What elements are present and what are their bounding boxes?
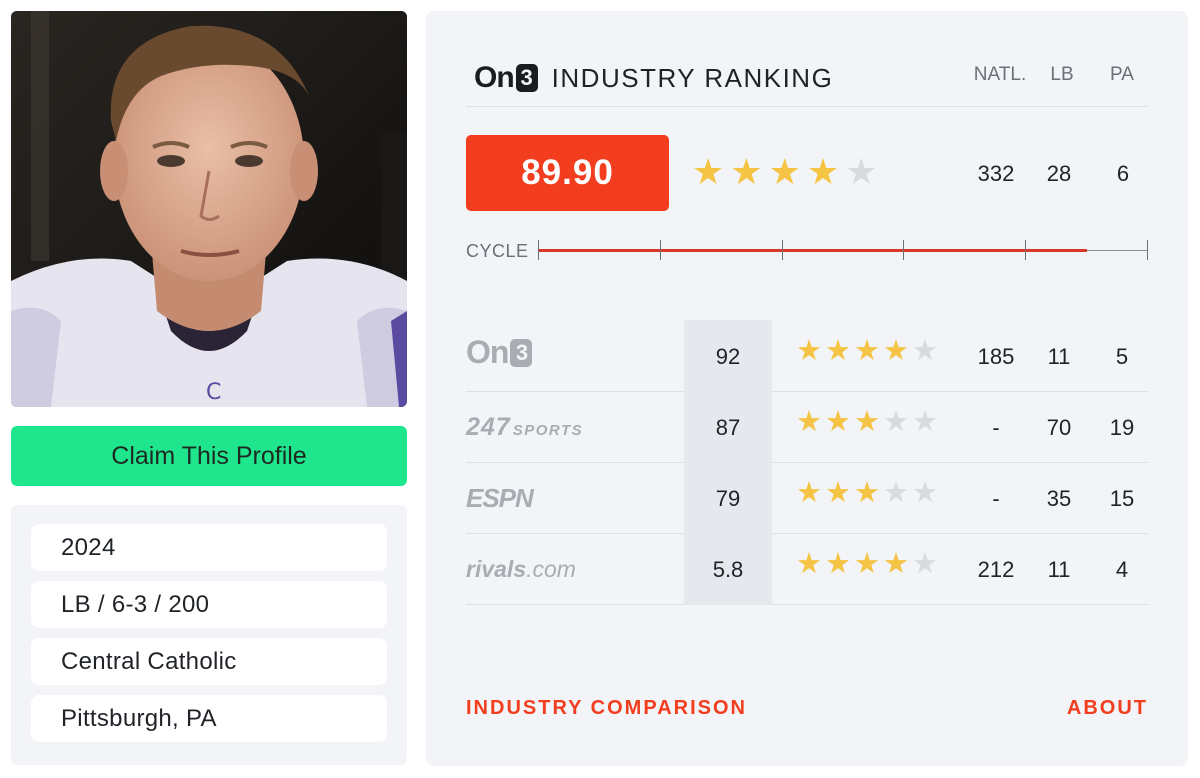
cycle-tick xyxy=(1025,240,1027,260)
247sports-logo: 247 SPORTS xyxy=(466,413,584,441)
star-filled-icon: ★ xyxy=(796,548,822,580)
industry-position-rank: 28 xyxy=(1046,161,1072,186)
on3-logo: On 3 INDUSTRY RANKING xyxy=(474,61,833,95)
star-filled-icon: ★ xyxy=(796,335,822,367)
class-year: 2024 xyxy=(31,524,387,571)
rivals-logo: rivals.com xyxy=(466,556,576,582)
service-score: 87 xyxy=(715,414,741,440)
ranking-header: On 3 INDUSTRY RANKING NATL. LB PA xyxy=(466,51,1148,107)
star-empty-icon: ★ xyxy=(912,406,938,438)
industry-comparison-link[interactable]: INDUSTRY COMPARISON xyxy=(466,697,747,720)
star-empty-icon: ★ xyxy=(912,335,938,367)
cycle-tick xyxy=(538,240,539,260)
star-filled-icon: ★ xyxy=(825,406,851,438)
service-state-rank: 15 xyxy=(1109,485,1135,511)
player-photo: C xyxy=(11,11,407,407)
column-state: PA xyxy=(1110,64,1134,85)
star-filled-icon: ★ xyxy=(825,548,851,580)
star-filled-icon: ★ xyxy=(854,548,880,580)
on3-logo-text: On xyxy=(474,61,515,94)
star-empty-icon: ★ xyxy=(845,151,878,192)
position-size: LB / 6-3 / 200 xyxy=(31,581,387,628)
service-row-rivals[interactable]: rivals.com 5.8 ★ ★ ★ ★ ★ 212 11 4 xyxy=(466,534,1148,605)
hometown: Pittsburgh, PA xyxy=(31,695,387,742)
star-empty-icon: ★ xyxy=(912,477,938,509)
star-filled-icon: ★ xyxy=(806,151,840,192)
service-state-rank: 4 xyxy=(1115,556,1129,582)
service-state-rank: 19 xyxy=(1109,414,1135,440)
service-natl-rank: - xyxy=(992,485,1000,511)
cycle-progress xyxy=(538,249,1087,252)
star-filled-icon: ★ xyxy=(825,477,851,509)
service-natl-rank: 212 xyxy=(977,556,1015,582)
service-state-rank: 5 xyxy=(1115,343,1129,369)
star-empty-icon: ★ xyxy=(912,548,938,580)
high-school: Central Catholic xyxy=(31,638,387,685)
star-empty-icon: ★ xyxy=(883,406,909,438)
service-star-rating: ★ ★ ★ ★ ★ xyxy=(796,529,938,600)
cycle-timeline xyxy=(538,240,1148,260)
player-info-card: 2024 LB / 6-3 / 200 Central Catholic Pit… xyxy=(11,505,407,765)
cycle-tick xyxy=(1147,240,1148,260)
service-natl-rank: - xyxy=(992,414,1000,440)
service-score: 92 xyxy=(715,343,741,369)
claim-profile-button[interactable]: Claim This Profile xyxy=(11,426,407,486)
service-star-rating: ★ ★ ★ ★ ★ xyxy=(796,458,938,529)
service-row-247sports[interactable]: 247 SPORTS 87 ★ ★ ★ ★ ★ - 70 19 xyxy=(466,392,1148,463)
star-filled-icon: ★ xyxy=(796,406,822,438)
svg-text:C: C xyxy=(206,380,221,405)
industry-natl-rank: 332 xyxy=(977,161,1015,186)
star-filled-icon: ★ xyxy=(768,151,801,192)
star-filled-icon: ★ xyxy=(854,477,880,509)
star-filled-icon: ★ xyxy=(796,477,822,509)
industry-ranking-card: On 3 INDUSTRY RANKING NATL. LB PA 89.90 … xyxy=(426,11,1188,766)
service-natl-rank: 185 xyxy=(977,343,1015,369)
star-filled-icon: ★ xyxy=(730,151,763,192)
about-link[interactable]: ABOUT xyxy=(1067,697,1148,720)
service-row-on3[interactable]: On 3 92 ★ ★ ★ ★ ★ 185 11 5 xyxy=(466,320,1148,392)
industry-state-rank: 6 xyxy=(1116,161,1130,186)
industry-star-rating: ★ ★ ★ ★ ★ xyxy=(692,154,877,190)
player-headshot-image: C xyxy=(11,11,407,407)
cycle-tick xyxy=(903,240,905,260)
service-position-rank: 11 xyxy=(1047,343,1071,369)
service-score: 79 xyxy=(715,485,741,511)
service-position-rank: 70 xyxy=(1046,414,1072,440)
cycle-tick xyxy=(659,240,661,260)
star-filled-icon: ★ xyxy=(883,335,909,367)
service-position-rank: 11 xyxy=(1047,556,1071,582)
star-filled-icon: ★ xyxy=(883,548,909,580)
star-empty-icon: ★ xyxy=(883,477,909,509)
espn-logo: ESPN xyxy=(466,483,534,513)
service-row-espn[interactable]: ESPN 79 ★ ★ ★ ★ ★ - 35 15 xyxy=(466,463,1148,534)
star-filled-icon: ★ xyxy=(692,151,725,192)
star-filled-icon: ★ xyxy=(825,335,851,367)
on3-logo: On 3 xyxy=(466,321,533,392)
column-position: LB xyxy=(1050,64,1074,85)
industry-score: 89.90 xyxy=(466,135,669,211)
service-position-rank: 35 xyxy=(1046,485,1072,511)
ranking-title: INDUSTRY RANKING xyxy=(551,62,834,93)
column-natl: NATL. xyxy=(973,64,1027,85)
service-score: 5.8 xyxy=(712,556,744,582)
service-rankings: On 3 92 ★ ★ ★ ★ ★ 185 11 5 247 SPORTS 87 ★ ★ ★ ★ ★… xyxy=(466,320,1148,605)
on3-logo-three: 3 xyxy=(515,64,538,92)
cycle-tick xyxy=(781,240,783,260)
industry-score-value: 89.90 xyxy=(521,153,614,192)
service-star-rating: ★ ★ ★ ★ ★ xyxy=(796,387,938,458)
cycle-label: CYCLE xyxy=(466,241,529,261)
service-star-rating: ★ ★ ★ ★ ★ xyxy=(796,316,938,387)
star-filled-icon: ★ xyxy=(854,335,880,367)
claim-profile-label: Claim This Profile xyxy=(111,441,307,470)
star-filled-icon: ★ xyxy=(854,406,880,438)
